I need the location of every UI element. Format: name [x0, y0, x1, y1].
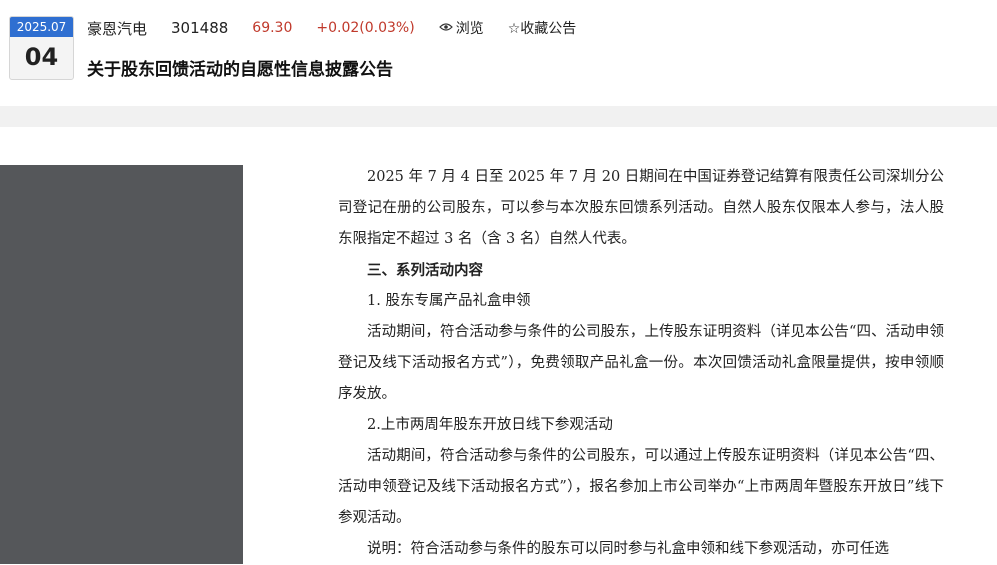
paragraph-gift-box: 活动期间，符合活动参与条件的公司股东，上传股东证明资料（详见本公告“四、活动申领…: [338, 324, 944, 402]
item-open-day: 2.上市两周年股东开放日线下参观活动: [367, 417, 613, 433]
stock-price: 69.30: [252, 20, 293, 36]
paragraph-eligibility: 2025 年 7 月 4 日至 2025 年 7 月 20 日期间在中国证券登记…: [338, 169, 944, 247]
divider-band: [0, 106, 997, 127]
document-body: 2025 年 7 月 4 日至 2025 年 7 月 20 日期间在中国证券登记…: [338, 162, 944, 565]
paragraph-note: 说明：符合活动参与条件的股东可以同时参与礼盒申领和线下参观活动，亦可任选: [367, 541, 889, 557]
eye-icon: [438, 21, 453, 35]
browse-button[interactable]: 浏览: [438, 18, 484, 38]
stock-meta-row: 豪恩汽电 301488 69.30 +0.02(0.03%) 浏览 ☆收藏公告: [87, 18, 600, 38]
section-heading-activities: 三、系列活动内容: [367, 262, 483, 279]
document-sidebar-panel: [0, 165, 243, 564]
favorite-label: ☆收藏公告: [507, 21, 577, 37]
stock-change: +0.02(0.03%): [316, 20, 415, 36]
favorite-button[interactable]: ☆收藏公告: [508, 18, 577, 38]
date-day: 04: [24, 43, 59, 71]
paragraph-open-day: 活动期间，符合活动参与条件的公司股东，可以通过上传股东证明资料（详见本公告“四、…: [338, 448, 944, 526]
browse-label: 浏览: [455, 21, 484, 37]
announcement-title: 关于股东回馈活动的自愿性信息披露公告: [87, 60, 393, 80]
date-badge: 2025.07 04: [9, 16, 74, 80]
company-name[interactable]: 豪恩汽电: [87, 18, 147, 39]
date-year-month: 2025.07: [10, 17, 73, 37]
item-gift-box: 1. 股东专属产品礼盒申领: [367, 293, 531, 309]
stock-code[interactable]: 301488: [171, 19, 228, 37]
